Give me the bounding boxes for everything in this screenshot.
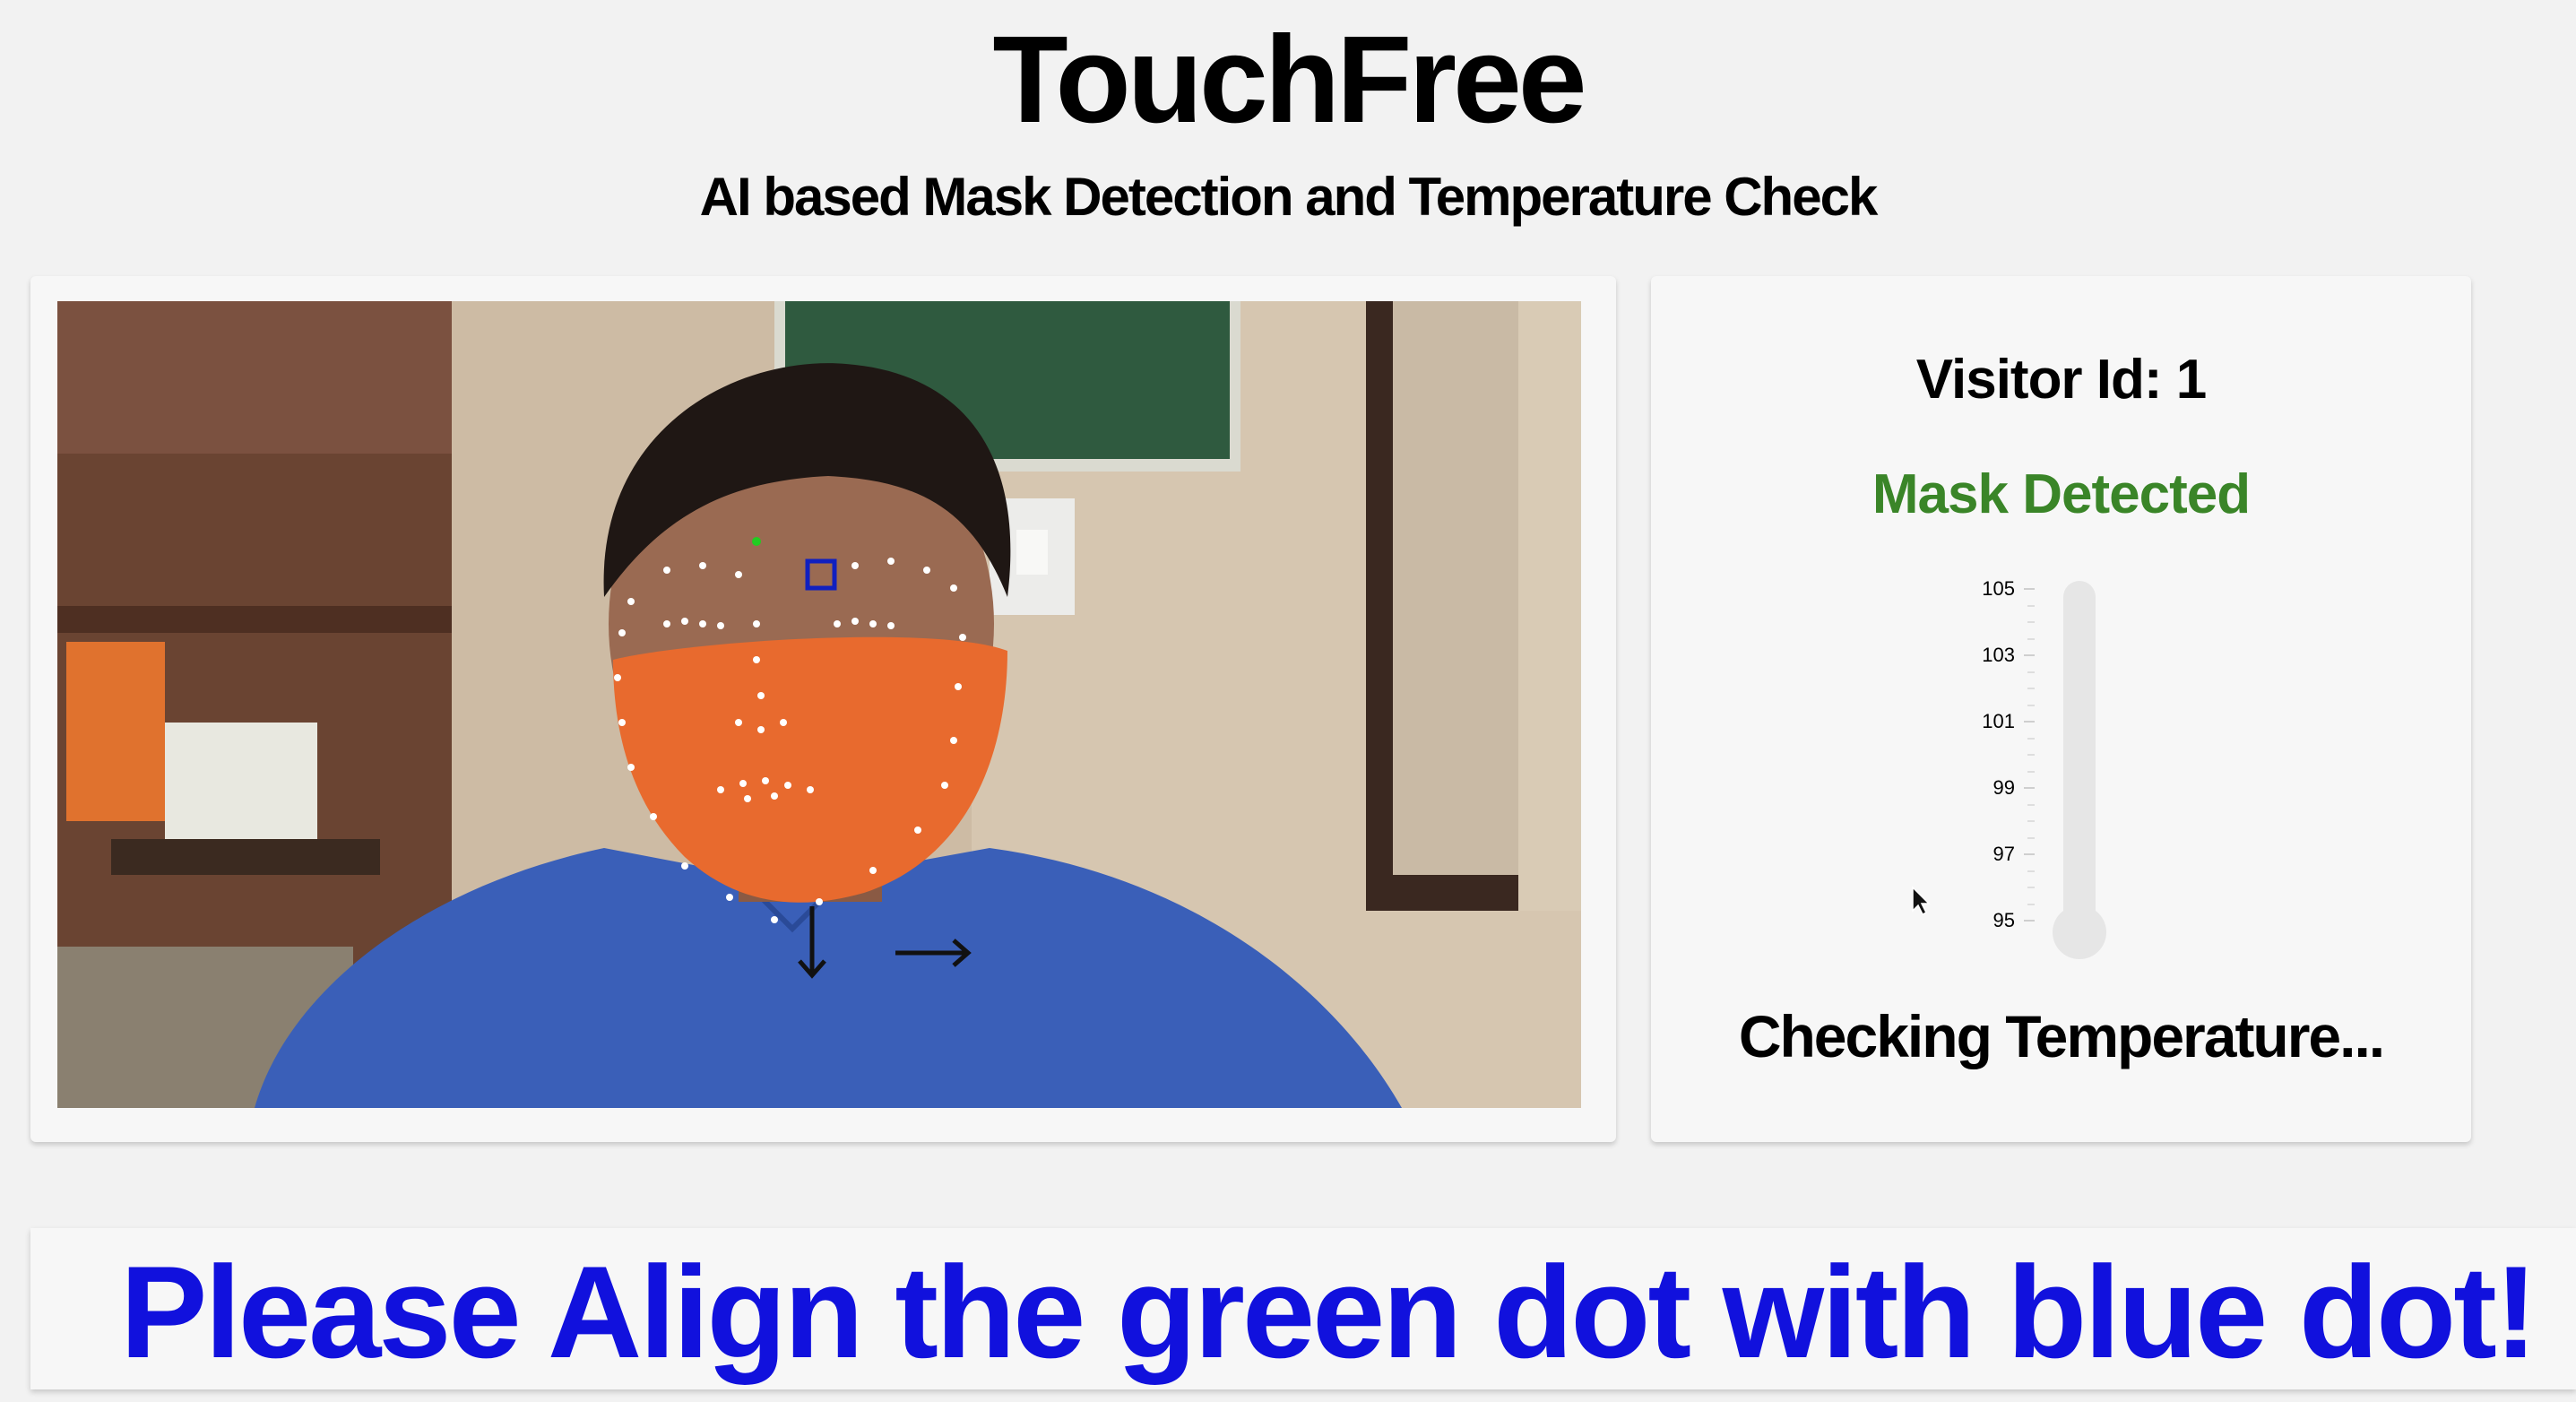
thermometer-tick — [2024, 853, 2035, 855]
thermometer-minor-tick — [2027, 671, 2035, 673]
thermometer-minor-tick — [2027, 621, 2035, 623]
thermometer-tick — [2024, 721, 2035, 723]
info-panel: Visitor Id: 1 Mask Detected 105 103 101 99 9… — [1651, 276, 2471, 1142]
thermometer-minor-tick — [2027, 870, 2035, 872]
thermometer-tick-label: 99 — [1993, 776, 2015, 799]
thermometer-tick-label: 95 — [1993, 909, 2015, 931]
mouse-cursor-icon — [1911, 886, 1932, 922]
thermometer-tick-label: 97 — [1993, 843, 2015, 865]
alignment-instruction: Please Align the green dot with blue dot… — [120, 1239, 2537, 1385]
video-panel — [30, 276, 1616, 1142]
camera-image — [57, 301, 1581, 1108]
thermometer-tick — [2024, 920, 2035, 922]
thermometer-tick-label: 105 — [1982, 577, 2015, 600]
thermometer-minor-tick — [2027, 754, 2035, 756]
mask-status: Mask Detected — [1871, 463, 2251, 525]
camera-feed — [57, 301, 1581, 1108]
app-subtitle: AI based Mask Detection and Temperature … — [699, 167, 1879, 227]
thermometer-minor-tick — [2027, 704, 2035, 706]
thermometer-minor-tick — [2027, 803, 2035, 806]
thermometer-tick — [2024, 654, 2035, 656]
instruction-banner: Please Align the green dot with blue dot… — [30, 1228, 2576, 1389]
thermometer-bulb — [2053, 905, 2106, 959]
thermometer-minor-tick — [2027, 688, 2035, 689]
thermometer-tick — [2024, 588, 2035, 590]
thermometer-minor-tick — [2027, 836, 2035, 839]
thermometer-minor-tick — [2027, 604, 2035, 607]
thermometer-tube — [2063, 581, 2096, 950]
thermometer: 105 103 101 99 97 95 — [1956, 563, 2135, 1244]
thermometer-minor-tick — [2027, 737, 2035, 740]
temperature-status: Checking Temperature... — [1738, 1003, 2385, 1069]
thermometer-minor-tick — [2027, 903, 2035, 905]
thermometer-tick-label: 103 — [1982, 644, 2015, 666]
thermometer-minor-tick — [2027, 887, 2035, 888]
thermometer-minor-tick — [2027, 637, 2035, 640]
visitor-id: Visitor Id: 1 — [1915, 349, 2208, 411]
thermometer-tick — [2024, 787, 2035, 789]
thermometer-minor-tick — [2027, 820, 2035, 822]
green-alignment-dot — [752, 537, 761, 546]
thermometer-minor-tick — [2027, 770, 2035, 773]
thermometer-tick-label: 101 — [1982, 710, 2015, 732]
app-title: TouchFree — [992, 11, 1586, 149]
